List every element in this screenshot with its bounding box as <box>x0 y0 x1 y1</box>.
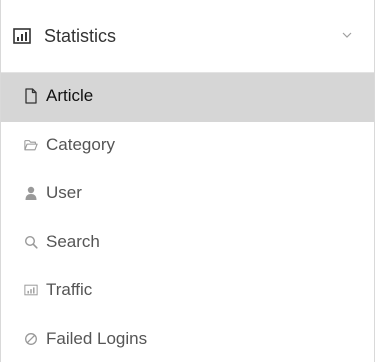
folder-open-icon <box>24 137 38 153</box>
chevron-down-icon[interactable] <box>342 31 352 39</box>
menu-item-user[interactable]: User <box>1 170 374 219</box>
menu-item-traffic[interactable]: Traffic <box>1 267 374 316</box>
menu-item-search[interactable]: Search <box>1 219 374 268</box>
menu-item-category[interactable]: Category <box>1 122 374 171</box>
statistics-panel: Statistics Article Category User <box>0 0 375 362</box>
menu-item-label: User <box>46 181 82 205</box>
ban-icon <box>24 331 38 347</box>
menu-item-label: Article <box>46 84 93 108</box>
file-icon <box>24 88 38 104</box>
menu-item-label: Failed Logins <box>46 327 147 351</box>
search-icon <box>24 234 38 250</box>
menu-item-article[interactable]: Article <box>1 73 374 122</box>
user-icon <box>24 185 38 201</box>
statistics-section-header[interactable]: Statistics <box>1 0 374 73</box>
bar-chart-icon <box>13 28 31 44</box>
section-title: Statistics <box>44 23 116 49</box>
statistics-menu: Article Category User Search <box>1 73 374 364</box>
menu-item-label: Search <box>46 230 100 254</box>
menu-item-label: Category <box>46 133 115 157</box>
menu-item-label: Traffic <box>46 278 92 302</box>
menu-item-failed-logins[interactable]: Failed Logins <box>1 316 374 364</box>
bar-chart-icon <box>24 282 38 298</box>
